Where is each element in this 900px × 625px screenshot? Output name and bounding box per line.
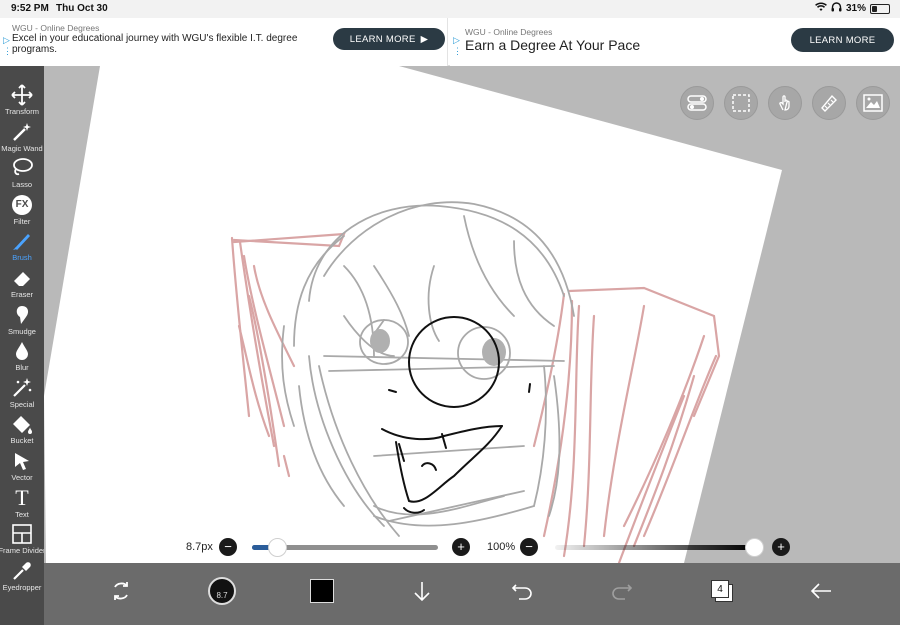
canvas-page: [44, 66, 782, 563]
fx-icon: FX: [11, 194, 33, 216]
adchoices-icon[interactable]: ▷ ⋮: [3, 35, 12, 56]
opacity-slider[interactable]: [555, 545, 755, 550]
bucket-icon: [11, 413, 33, 435]
touch-icon[interactable]: [768, 86, 802, 120]
opacity-increase-button[interactable]: +: [772, 538, 790, 556]
redo-icon[interactable]: [602, 571, 642, 611]
tool-special[interactable]: Special: [0, 377, 44, 413]
battery-icon: [870, 3, 890, 14]
ad-text: Excel in your educational journey with W…: [12, 33, 298, 55]
tool-label: Lasso: [11, 180, 32, 190]
adchoices-icon[interactable]: ▷ ⋮: [453, 35, 462, 56]
tool-label: Brush: [12, 253, 32, 263]
color-swatch: [310, 579, 334, 603]
down-arrow-icon[interactable]: [402, 571, 442, 611]
ad-source: WGU - Online Degrees: [465, 27, 553, 37]
toggle-icon[interactable]: [680, 86, 714, 120]
tool-label: Blur: [15, 363, 29, 373]
tool-bucket[interactable]: Bucket: [0, 413, 44, 449]
tool-label: Magic Wand: [1, 143, 43, 153]
status-bar: 9:52 PM Thu Oct 30 31%: [0, 0, 900, 18]
learn-more-button[interactable]: LEARN MORE: [791, 28, 894, 52]
status-date: Thu Oct 30: [56, 3, 108, 14]
selection-icon[interactable]: [724, 86, 758, 120]
tool-label: Special: [9, 399, 35, 409]
eraser-icon: [11, 267, 33, 289]
tool-palette: Transform Magic Wand Lasso FX Filter Brush Era…: [0, 66, 46, 625]
brush-size-value: 8.7px: [186, 541, 213, 553]
opacity-value: 100%: [487, 541, 516, 553]
tool-label: Text: [15, 509, 29, 519]
layers-icon: 4: [711, 580, 733, 602]
tool-label: Vector: [11, 473, 33, 482]
layers-button[interactable]: 4: [702, 571, 742, 611]
size-increase-button[interactable]: +: [452, 538, 470, 556]
layers-count: 4: [711, 580, 729, 598]
ad-source: WGU - Online Degrees: [12, 23, 100, 33]
tool-frame-divider[interactable]: Frame Divider: [0, 523, 46, 559]
back-arrow-icon[interactable]: [801, 571, 841, 611]
learn-more-label: LEARN MORE: [809, 34, 876, 46]
brush-icon: [11, 230, 33, 252]
tool-label: Bucket: [10, 436, 34, 446]
size-decrease-button[interactable]: −: [219, 538, 237, 556]
tool-magic-wand[interactable]: Magic Wand: [0, 121, 44, 157]
wifi-icon: [815, 2, 827, 15]
lasso-icon: [11, 157, 33, 179]
frame-divider-icon: [11, 523, 33, 545]
opacity-decrease-button[interactable]: −: [520, 538, 538, 556]
blur-icon: [11, 340, 33, 362]
ruler-icon[interactable]: [812, 86, 846, 120]
smudge-icon: [11, 304, 33, 326]
drawing-canvas[interactable]: [44, 66, 900, 563]
tool-label: Frame Divider: [0, 546, 46, 556]
tool-label: Filter: [13, 216, 31, 226]
learn-more-button[interactable]: LEARN MORE ▶: [333, 28, 445, 50]
tool-smudge[interactable]: Smudge: [0, 304, 44, 340]
ad-text: Earn a Degree At Your Pace: [465, 37, 641, 53]
tool-brush[interactable]: Brush: [0, 230, 44, 266]
tool-label: Smudge: [8, 326, 36, 336]
eyedropper-icon: [11, 560, 33, 582]
text-icon: T: [15, 484, 29, 510]
tool-eraser[interactable]: Eraser: [0, 267, 44, 303]
brush-size-handle[interactable]: [268, 538, 288, 557]
bottom-toolbar: 8.7 4: [44, 563, 900, 625]
undo-icon[interactable]: [502, 571, 542, 611]
tool-fx[interactable]: FX Filter: [0, 194, 44, 230]
image-icon[interactable]: [856, 86, 890, 120]
tool-label: Eyedropper: [2, 582, 42, 592]
color-picker[interactable]: [302, 571, 342, 611]
ad-right[interactable]: ▷ ⋮ WGU - Online Degrees Earn a Degree At…: [450, 18, 900, 66]
tool-lasso[interactable]: Lasso: [0, 157, 44, 193]
tool-transform[interactable]: Transform: [0, 84, 44, 120]
tool-text[interactable]: T Text: [0, 484, 44, 523]
status-time: 9:52 PM: [11, 3, 49, 14]
tool-label: Transform: [5, 107, 39, 116]
special-icon: [11, 377, 33, 399]
brush-sliders: 8.7px − + 100% − +: [44, 533, 900, 563]
magic-wand-icon: [11, 121, 33, 143]
transform-icon: [11, 84, 33, 106]
chevron-right-icon: ▶: [420, 33, 429, 45]
brush-size-preview: 8.7: [208, 577, 236, 605]
tool-vector[interactable]: Vector: [0, 450, 44, 486]
status-right: 31%: [815, 2, 890, 15]
tool-blur[interactable]: Blur: [0, 340, 44, 376]
tool-label: Eraser: [10, 290, 34, 299]
canvas-area[interactable]: [44, 66, 900, 563]
headphones-icon: [831, 2, 842, 15]
canvas-tools: [680, 86, 890, 120]
rotate-canvas-icon[interactable]: [101, 571, 141, 611]
battery-percent: 31%: [845, 3, 866, 14]
tool-eyedropper[interactable]: Eyedropper: [0, 560, 44, 596]
learn-more-label: LEARN MORE: [349, 33, 416, 45]
ad-banner: ▷ ⋮ WGU - Online Degrees Excel in your ed…: [0, 18, 900, 66]
ad-left[interactable]: ▷ ⋮ WGU - Online Degrees Excel in your ed…: [0, 18, 448, 66]
vector-icon: [11, 450, 33, 472]
brush-preview[interactable]: 8.7: [202, 571, 242, 611]
opacity-handle[interactable]: [745, 538, 764, 557]
